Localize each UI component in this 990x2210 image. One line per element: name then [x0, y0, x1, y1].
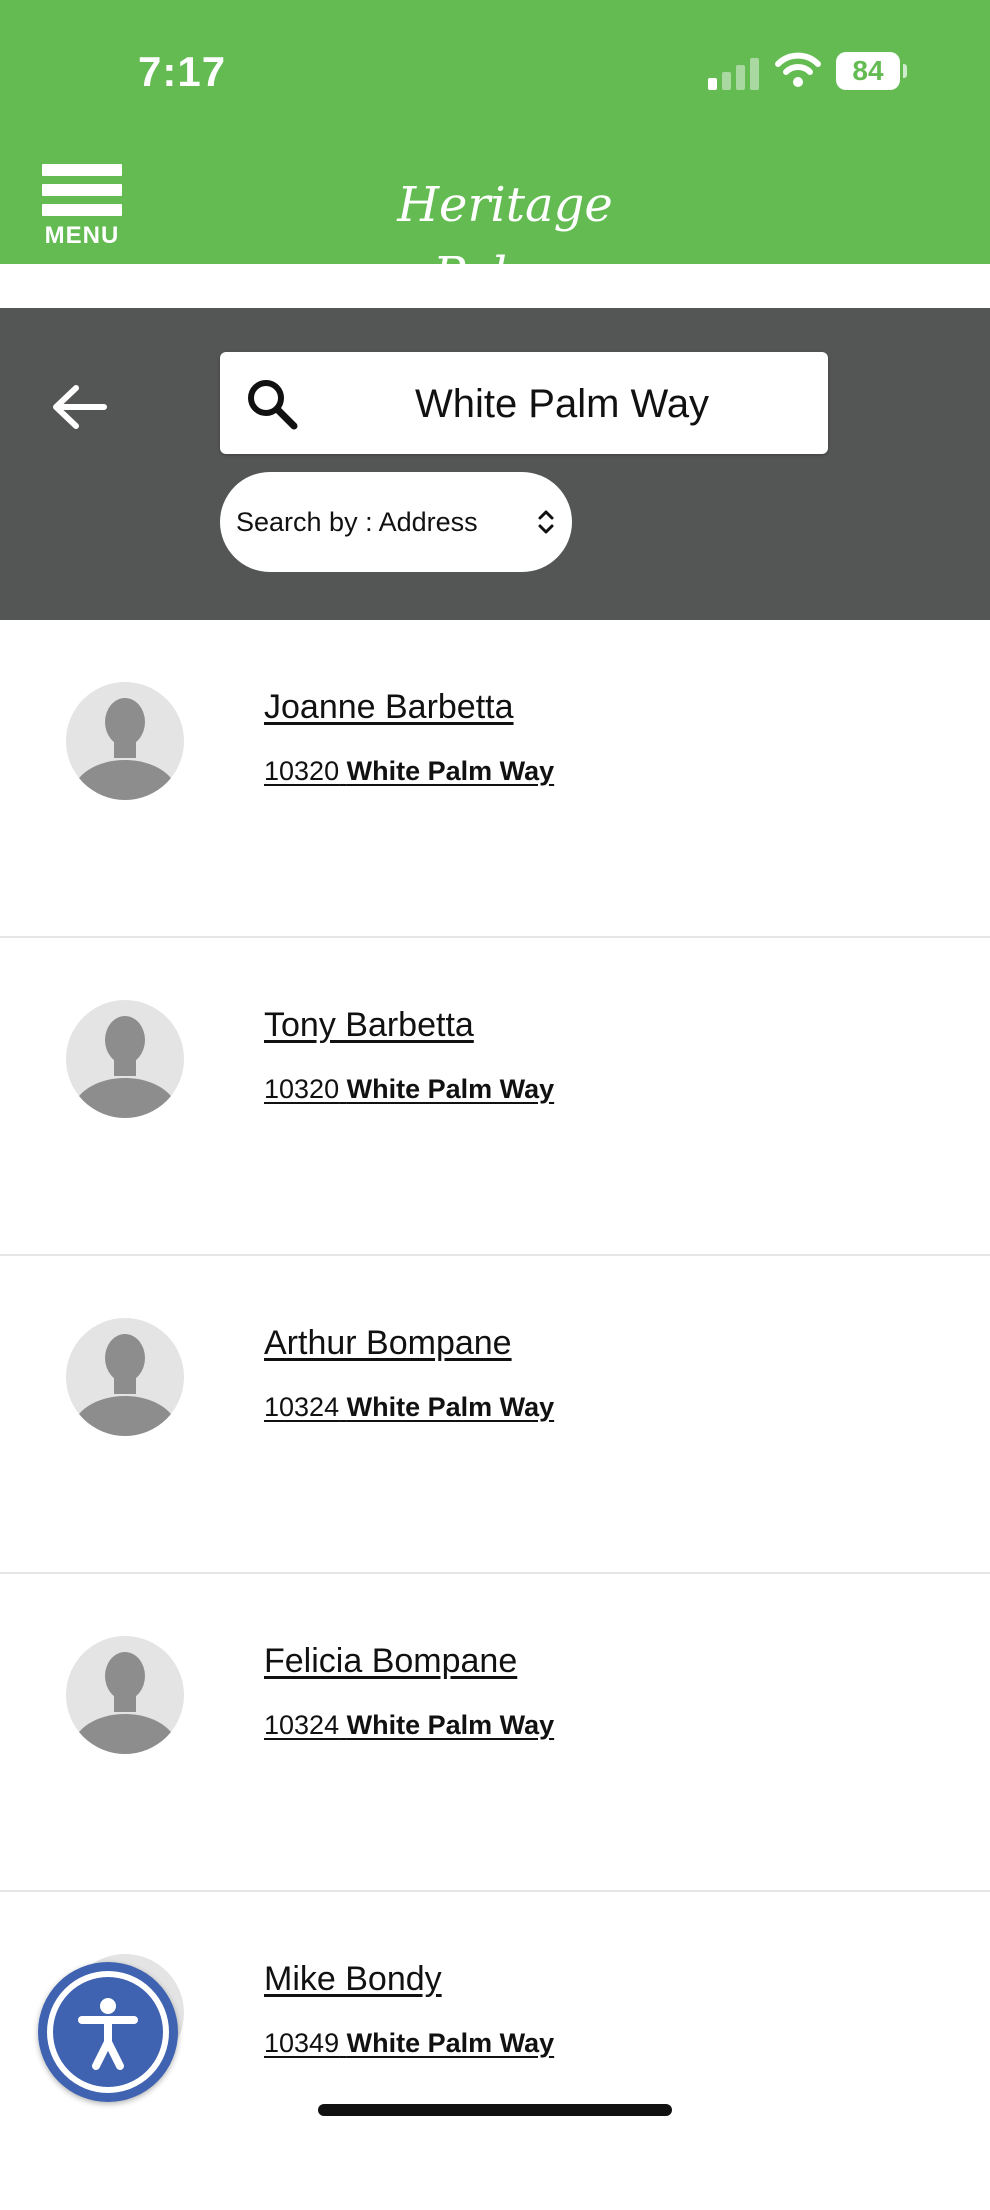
avatar: [66, 1318, 184, 1436]
resident-address[interactable]: 10320 White Palm Way: [264, 1074, 554, 1105]
search-box[interactable]: [220, 352, 828, 456]
chevron-updown-icon: [538, 510, 554, 534]
menu-label: MENU: [44, 222, 120, 249]
wifi-icon: [775, 52, 821, 87]
resident-name[interactable]: Joanne Barbetta: [264, 688, 514, 727]
accessibility-icon: [47, 1971, 169, 2093]
avatar: [66, 1000, 184, 1118]
brand-logo: Heritage Palms: [397, 177, 613, 303]
resident-address[interactable]: 10324 White Palm Way: [264, 1710, 554, 1741]
resident-name[interactable]: Tony Barbetta: [264, 1006, 474, 1045]
home-indicator: [318, 2104, 672, 2116]
list-item[interactable]: Joanne Barbetta 10320 White Palm Way: [0, 620, 990, 938]
search-input[interactable]: [330, 352, 794, 456]
cellular-signal-icon: [708, 54, 760, 90]
app-header: 7:17 84 MENU Heritage Palms: [0, 0, 990, 303]
list-item[interactable]: Felicia Bompane 10324 White Palm Way: [0, 1574, 990, 1892]
search-by-select[interactable]: Search by : Address: [220, 472, 572, 572]
menu-button[interactable]: MENU: [40, 164, 124, 249]
search-icon: [248, 380, 298, 430]
accessibility-button[interactable]: [38, 1962, 178, 2102]
battery-indicator: 84: [836, 52, 907, 90]
hamburger-icon: [42, 164, 122, 176]
resident-address[interactable]: 10320 White Palm Way: [264, 756, 554, 787]
resident-name[interactable]: Mike Bondy: [264, 1960, 442, 1999]
resident-address[interactable]: 10349 White Palm Way: [264, 2028, 554, 2059]
list-item[interactable]: Tony Barbetta 10320 White Palm Way: [0, 938, 990, 1256]
list-item[interactable]: Arthur Bompane 10324 White Palm Way: [0, 1256, 990, 1574]
resident-address[interactable]: 10324 White Palm Way: [264, 1392, 554, 1423]
avatar: [66, 682, 184, 800]
avatar: [66, 1636, 184, 1754]
back-arrow-icon[interactable]: [50, 382, 108, 432]
resident-name[interactable]: Felicia Bompane: [264, 1642, 517, 1681]
status-time: 7:17: [138, 48, 227, 95]
resident-name[interactable]: Arthur Bompane: [264, 1324, 512, 1363]
search-by-label: Search by : Address: [236, 507, 478, 537]
